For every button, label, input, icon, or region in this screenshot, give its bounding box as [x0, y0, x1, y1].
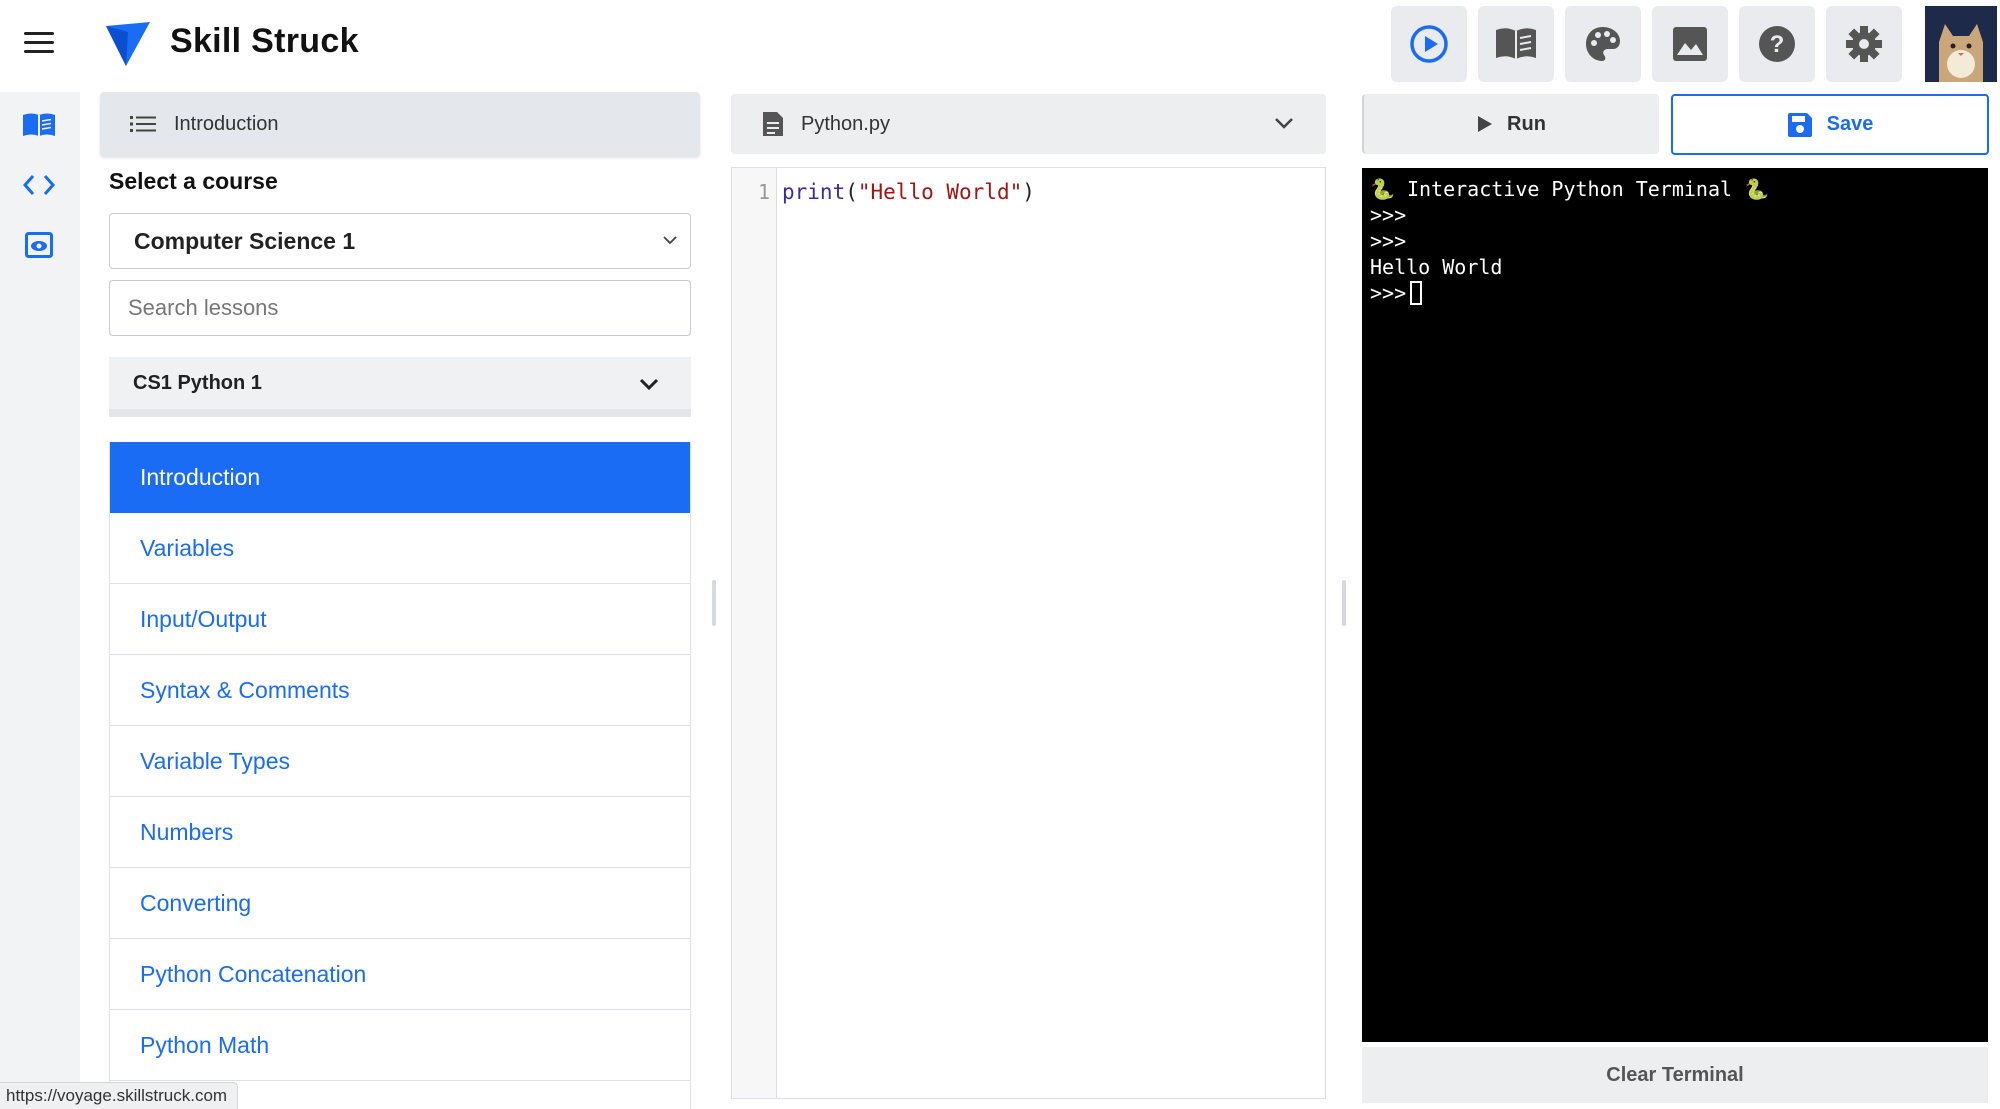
lesson-item-python-math[interactable]: Python Math — [110, 1010, 690, 1081]
images-button[interactable] — [1652, 6, 1728, 82]
chevron-down-icon — [663, 236, 677, 245]
brand-name: Skill Struck — [170, 22, 359, 60]
lessons-button[interactable] — [1478, 6, 1554, 82]
terminal-prompt: >>> — [1370, 281, 1407, 305]
svg-text:?: ? — [1770, 31, 1785, 58]
lesson-item-syntax-comments[interactable]: Syntax & Comments — [110, 655, 690, 726]
lesson-item-numbers[interactable]: Numbers — [110, 797, 690, 868]
code-token-paren: ) — [1022, 180, 1035, 204]
user-avatar[interactable] — [1925, 6, 1997, 82]
lesson-item-variable-types[interactable]: Variable Types — [110, 726, 690, 797]
panel-header-title: Introduction — [174, 112, 279, 135]
play-icon — [1478, 116, 1493, 132]
lesson-list: Introduction Variables Input/Output Synt… — [109, 442, 691, 1109]
list-icon — [130, 116, 156, 132]
code-editor[interactable]: 1 print("Hello World") — [731, 167, 1326, 1099]
unit-title: CS1 Python 1 — [133, 371, 262, 394]
panel-resize-handle[interactable] — [1342, 580, 1346, 626]
lessons-panel-header[interactable]: Introduction — [100, 92, 700, 156]
chevron-down-icon — [1275, 118, 1293, 129]
python-terminal[interactable]: 🐍 Interactive Python Terminal 🐍 >>> >>> … — [1362, 168, 1988, 1042]
run-button-label: Run — [1507, 112, 1546, 135]
file-name: Python.py — [801, 112, 890, 135]
save-icon — [1787, 112, 1812, 137]
rail-preview-button[interactable] — [20, 228, 58, 262]
code-line[interactable]: print("Hello World") — [782, 180, 1035, 204]
search-lessons-input[interactable] — [109, 280, 691, 336]
course-select-value: Computer Science 1 — [134, 227, 356, 254]
book-icon — [23, 113, 55, 136]
left-nav-rail — [0, 92, 80, 1109]
gear-icon — [1846, 26, 1882, 62]
menu-icon[interactable] — [24, 32, 54, 54]
clear-terminal-button[interactable]: Clear Terminal — [1362, 1047, 1988, 1103]
terminal-line: 🐍 Interactive Python Terminal 🐍 — [1370, 177, 1769, 201]
unit-accordion[interactable]: CS1 Python 1 — [109, 357, 691, 417]
image-icon — [1673, 27, 1707, 61]
skill-struck-logo — [106, 22, 150, 66]
lesson-item-input-output[interactable]: Input/Output — [110, 584, 690, 655]
file-icon — [763, 112, 783, 136]
select-course-label: Select a course — [109, 168, 278, 194]
run-preview-button[interactable] — [1391, 6, 1467, 82]
palette-icon — [1586, 27, 1620, 61]
chevron-down-icon — [639, 378, 659, 391]
lesson-item-variables[interactable]: Variables — [110, 513, 690, 584]
settings-button[interactable] — [1826, 6, 1902, 82]
save-button[interactable]: Save — [1671, 94, 1989, 155]
course-select[interactable]: Computer Science 1 — [109, 213, 691, 269]
cat-avatar-icon — [1925, 6, 1997, 82]
book-icon — [1496, 28, 1536, 59]
help-icon: ? — [1759, 26, 1795, 62]
theme-button[interactable] — [1565, 6, 1641, 82]
terminal-line: >>> — [1370, 203, 1407, 227]
code-token-paren: ( — [845, 180, 858, 204]
run-button[interactable]: Run — [1362, 94, 1659, 154]
terminal-prompt-line[interactable]: >>> — [1370, 280, 1980, 306]
line-number: 1 — [757, 180, 770, 204]
rail-code-button[interactable] — [20, 168, 58, 202]
lesson-item-converting[interactable]: Converting — [110, 868, 690, 939]
panel-resize-handle[interactable] — [712, 580, 716, 626]
app-header: Skill Struck ? — [0, 0, 2000, 88]
lesson-item-python-concatenation[interactable]: Python Concatenation — [110, 939, 690, 1010]
terminal-cursor — [1410, 281, 1423, 305]
rail-lessons-button[interactable] — [20, 108, 58, 142]
file-selector[interactable]: Python.py — [731, 94, 1326, 154]
code-icon — [23, 175, 55, 195]
status-url-tooltip: https://voyage.skillstruck.com — [0, 1082, 239, 1109]
terminal-line: Hello World — [1370, 255, 1503, 279]
help-button[interactable]: ? — [1739, 6, 1815, 82]
code-token-function: print — [782, 180, 846, 204]
preview-icon — [25, 232, 53, 258]
save-button-label: Save — [1826, 113, 1874, 135]
line-gutter: 1 — [732, 168, 777, 1098]
code-token-string: "Hello World" — [857, 180, 1023, 204]
lesson-item-introduction[interactable]: Introduction — [110, 442, 690, 513]
play-circle-icon — [1410, 25, 1448, 63]
terminal-line: >>> — [1370, 229, 1407, 253]
